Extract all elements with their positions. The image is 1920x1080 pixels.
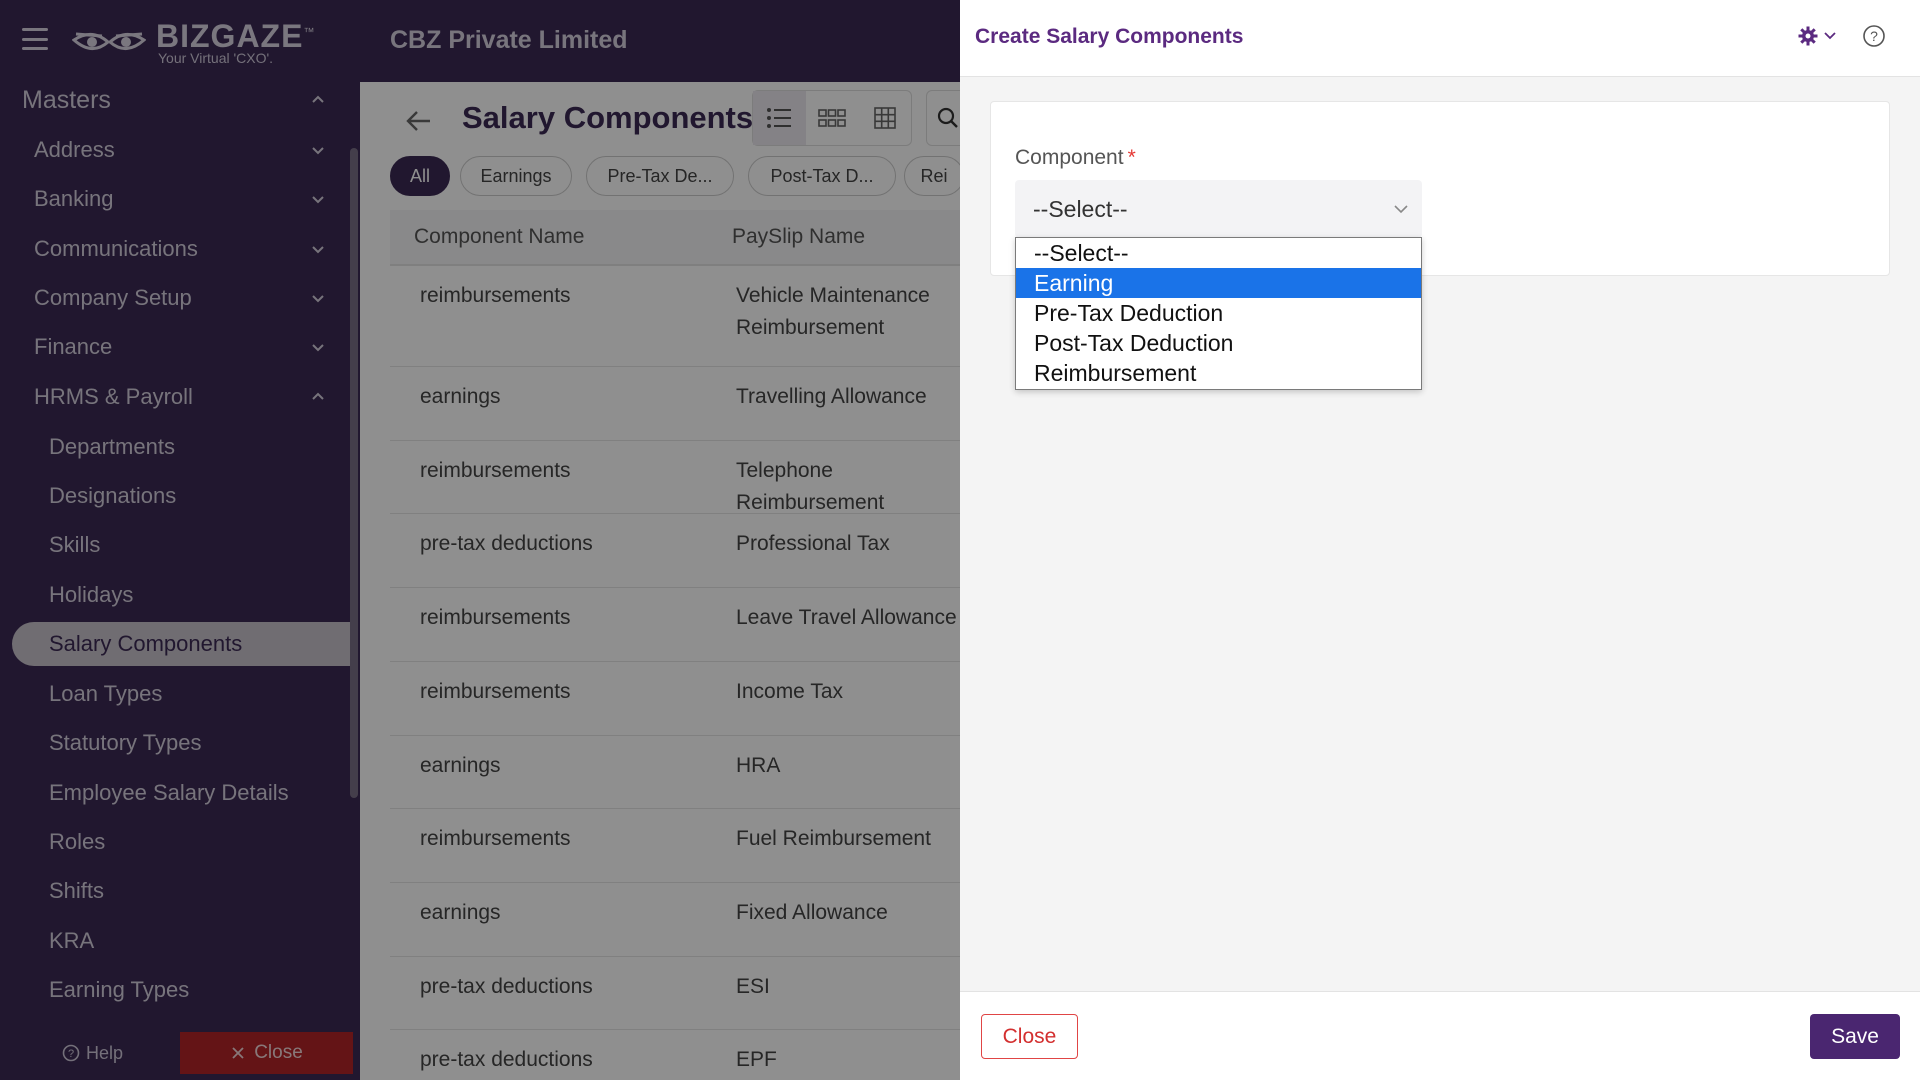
- dropdown-option[interactable]: Pre-Tax Deduction: [1016, 298, 1421, 328]
- component-select[interactable]: --Select--: [1015, 180, 1422, 238]
- component-label-text: Component: [1015, 146, 1124, 169]
- modal-backdrop[interactable]: [0, 0, 960, 1080]
- settings-menu-button[interactable]: [1798, 26, 1836, 46]
- component-field-label: Component *: [1015, 146, 1136, 170]
- chevron-down-icon: [1824, 32, 1836, 40]
- dropdown-option[interactable]: --Select--: [1016, 238, 1421, 268]
- panel-footer: Close Save: [960, 991, 1920, 1080]
- gear-icon: [1798, 26, 1818, 46]
- help-circle-icon[interactable]: ?: [1862, 24, 1886, 48]
- svg-text:?: ?: [1870, 28, 1878, 44]
- dropdown-option[interactable]: Post-Tax Deduction: [1016, 328, 1421, 358]
- create-salary-component-panel: Create Salary Components ? Component * --…: [960, 0, 1920, 1080]
- dropdown-option[interactable]: Earning: [1016, 268, 1421, 298]
- panel-header: Create Salary Components ?: [960, 0, 1920, 77]
- chevron-down-icon: [1394, 205, 1408, 214]
- close-button[interactable]: Close: [981, 1014, 1078, 1059]
- component-dropdown-list: --Select-- Earning Pre-Tax Deduction Post-T…: [1015, 237, 1422, 390]
- dropdown-option[interactable]: Reimbursement: [1016, 358, 1421, 388]
- panel-title: Create Salary Components: [975, 25, 1244, 48]
- component-select-value: --Select--: [1033, 195, 1128, 222]
- save-button[interactable]: Save: [1810, 1014, 1900, 1059]
- required-mark: *: [1127, 146, 1136, 169]
